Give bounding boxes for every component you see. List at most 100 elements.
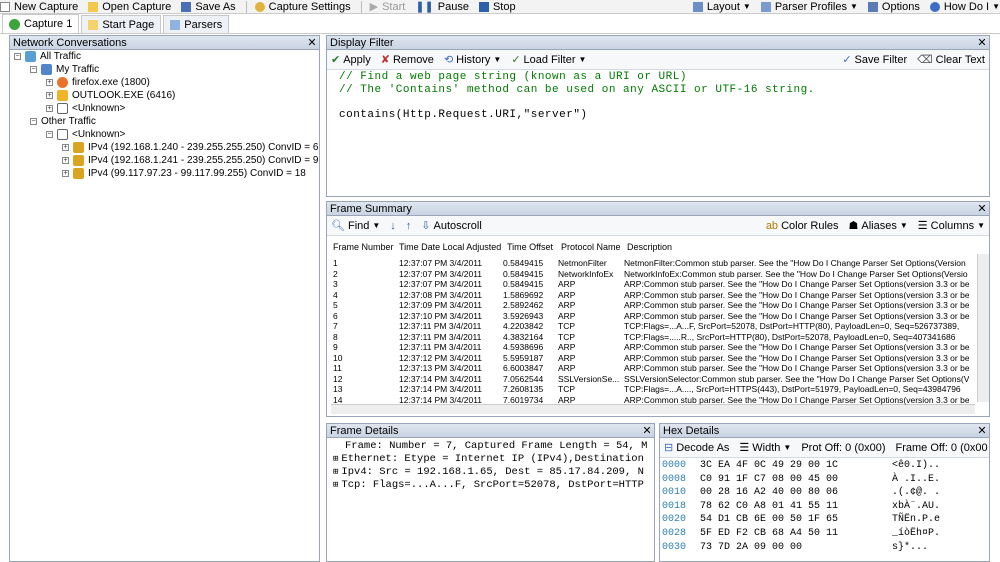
tree-node-other-traffic[interactable]: − Other Traffic <box>30 116 96 127</box>
table-row[interactable]: 10 12:37:12 PM 3/4/2011 5.5959187 ARP ARP:Co… <box>327 353 975 363</box>
save-as-button[interactable]: Save As <box>181 1 236 13</box>
table-row[interactable]: 11 12:37:13 PM 3/4/2011 6.6003847 ARP ARP:Co… <box>327 363 975 373</box>
clear-text-button[interactable]: ⌫ Clear Text <box>917 53 985 67</box>
time-date-cell: 12:37:12 PM 3/4/2011 <box>399 352 483 363</box>
filter-editor[interactable]: // Find a web page string (known as a UR… <box>327 70 989 196</box>
width-menu[interactable]: ☰ Width ▼ <box>739 441 792 455</box>
table-row[interactable]: 2 12:37:07 PM 3/4/2011 0.5849415 NetworkInf… <box>327 269 975 279</box>
expand-icon[interactable]: + <box>46 105 53 112</box>
previous-frame-button[interactable]: ↑ <box>406 220 412 232</box>
expand-icon[interactable]: ⊞ <box>333 454 338 464</box>
color-rules-button[interactable]: ab Color Rules <box>766 220 839 232</box>
dropdown-arrow-icon: ▼ <box>783 443 792 452</box>
horizontal-scrollbar[interactable] <box>331 404 975 414</box>
tab-parsers[interactable]: Parsers <box>163 15 230 33</box>
detail-tcp-line[interactable]: ⊞ Tcp: Flags=...A...F, SrcPort=52078, Dst… <box>333 479 644 491</box>
close-icon[interactable]: ✕ <box>640 425 654 437</box>
expand-icon[interactable]: ⊞ <box>333 480 338 490</box>
history-menu[interactable]: ⟲ History ▼ <box>444 53 501 67</box>
column-header-protocol-name[interactable]: Protocol Name <box>561 242 621 252</box>
firefox-icon <box>57 77 68 88</box>
table-row[interactable]: 4 12:37:08 PM 3/4/2011 1.5869692 ARP ARP:Com… <box>327 290 975 300</box>
tree-node-outlook[interactable]: + OUTLOOK.EXE (6416) <box>46 90 175 101</box>
collapse-icon[interactable]: − <box>30 118 37 125</box>
table-row[interactable]: 9 12:37:11 PM 3/4/2011 4.5938696 ARP ARP:Com… <box>327 342 975 352</box>
table-row[interactable]: 8 12:37:11 PM 3/4/2011 4.3832164 TCP TCP:Fla… <box>327 332 975 342</box>
tree-node-unknown-other[interactable]: − <Unknown> <box>46 129 125 140</box>
expand-icon[interactable]: + <box>62 144 69 151</box>
close-icon[interactable]: ✕ <box>305 37 319 49</box>
aliases-menu[interactable]: ☗ Aliases ▼ <box>849 219 908 233</box>
next-frame-button[interactable]: ↓ <box>390 220 396 232</box>
tree-node-all-traffic[interactable]: − All Traffic <box>14 51 81 62</box>
decode-as-button[interactable]: ⊟ Decode As <box>664 441 729 455</box>
description-cell: ARP:Common stub parser. See the "How Do … <box>624 352 969 363</box>
capture-settings-button[interactable]: Capture Settings <box>254 1 351 13</box>
expand-icon[interactable]: + <box>46 92 53 99</box>
open-capture-button[interactable]: Open Capture <box>88 1 171 13</box>
tree-node-unknown[interactable]: + <Unknown> <box>46 103 125 114</box>
detail-ethernet-line[interactable]: ⊞ Ethernet: Etype = Internet IP (IPv4),De… <box>333 453 644 465</box>
tree-node-firefox[interactable]: + firefox.exe (1800) <box>46 77 150 88</box>
expand-icon[interactable]: + <box>46 79 53 86</box>
column-header-description[interactable]: Description <box>627 242 672 252</box>
collapse-icon[interactable]: − <box>30 66 37 73</box>
collapse-icon[interactable]: − <box>46 131 53 138</box>
how-do-i-menu[interactable]: How Do I ▼ <box>929 1 1000 13</box>
save-filter-button[interactable]: ✓ Save Filter <box>842 53 907 67</box>
load-filter-menu[interactable]: ✓ Load Filter ▼ <box>511 53 586 67</box>
expand-icon[interactable]: + <box>62 157 69 164</box>
find-menu[interactable]: 🔍︎ Find ▼ <box>331 219 380 233</box>
table-row[interactable]: 3 12:37:07 PM 3/4/2011 0.5849415 ARP ARP:Com… <box>327 279 975 289</box>
frame-number-cell: 2 <box>333 268 338 279</box>
close-icon[interactable]: ✕ <box>975 425 989 437</box>
remove-filter-button[interactable]: ✘ Remove <box>381 53 434 67</box>
tree-node-conversation[interactable]: + IPv4 (99.117.97.23 - 99.117.99.255) Con… <box>62 168 306 179</box>
close-icon[interactable]: ✕ <box>975 37 989 49</box>
apply-filter-button[interactable]: ✔ Apply <box>331 53 371 67</box>
hex-line[interactable]: 0028 5F ED F2 CB 68 A4 50 11 _íòËh¤P. <box>662 528 940 539</box>
vertical-scrollbar[interactable] <box>977 254 989 402</box>
detail-frame-line[interactable]: Frame: Number = 7, Captured Frame Length… <box>345 440 647 452</box>
start-button[interactable]: ▶ Start <box>370 0 406 14</box>
layout-menu[interactable]: Layout ▼ <box>692 1 751 13</box>
hex-line[interactable]: 0018 78 62 C0 A8 01 41 55 11 xbÀ¨.AU. <box>662 501 940 512</box>
close-icon[interactable]: ✕ <box>975 203 989 215</box>
expand-icon[interactable]: ⊞ <box>333 467 338 477</box>
table-row[interactable]: 5 12:37:09 PM 3/4/2011 2.5892462 ARP ARP:Com… <box>327 300 975 310</box>
tab-start-page[interactable]: Start Page <box>81 15 162 33</box>
parser-profiles-menu[interactable]: Parser Profiles ▼ <box>760 1 858 13</box>
stop-button[interactable]: Stop <box>478 1 516 13</box>
autoscroll-button[interactable]: ⇩ Autoscroll <box>421 219 482 233</box>
new-capture-button[interactable]: New Capture <box>0 1 78 13</box>
table-row[interactable]: 12 12:37:14 PM 3/4/2011 7.0562544 SSLVersio… <box>327 374 975 384</box>
table-row[interactable]: 6 12:37:10 PM 3/4/2011 3.5926943 ARP ARP:Com… <box>327 311 975 321</box>
hex-line[interactable]: 0020 54 D1 CB 6E 00 50 1F 65 TÑËn.P.e <box>662 514 940 525</box>
hex-toolbar: ⊟ Decode As ☰ Width ▼ Prot Off: 0 (0x00) Fr… <box>660 438 989 458</box>
hex-line[interactable]: 0008 C0 91 1F C7 08 00 45 00 À .I..E. <box>662 474 940 485</box>
detail-ipv4-line[interactable]: ⊞ Ipv4: Src = 192.168.1.65, Dest = 85.17.… <box>333 466 644 478</box>
display-filter-pane: Display Filter ✕ ✔ Apply ✘ Remove ⟲ History… <box>326 35 990 197</box>
tab-capture-1[interactable]: Capture 1 <box>2 14 80 33</box>
table-row[interactable]: 7 12:37:11 PM 3/4/2011 4.2203842 TCP TCP:Fla… <box>327 321 975 331</box>
hex-dump[interactable]: 0000 3C EA 4F 0C 49 29 00 1C <ê0.I).. 0008 C… <box>660 458 989 561</box>
column-header-time-date[interactable]: Time Date Local Adjusted <box>399 242 501 252</box>
column-header-frame-number[interactable]: Frame Number <box>333 242 394 252</box>
columns-menu[interactable]: ☰ Columns ▼ <box>918 219 985 233</box>
hex-line[interactable]: 0000 3C EA 4F 0C 49 29 00 1C <ê0.I).. <box>662 460 940 471</box>
tree-node-my-traffic[interactable]: − My Traffic <box>30 64 99 75</box>
column-header-time-offset[interactable]: Time Offset <box>507 242 553 252</box>
options-button[interactable]: Options <box>867 1 920 13</box>
hex-ascii: .(.¢@. . <box>892 487 941 499</box>
hex-line[interactable]: 0010 00 28 16 A2 40 00 80 06 .(.¢@. . <box>662 487 940 498</box>
collapse-icon[interactable]: − <box>14 53 21 60</box>
tree-node-conversation[interactable]: + IPv4 (192.168.1.241 - 239.255.255.250) … <box>62 155 318 166</box>
pause-button[interactable]: ❚❚ Pause <box>415 0 469 14</box>
expand-icon[interactable]: + <box>62 170 69 177</box>
table-row[interactable]: 1 12:37:07 PM 3/4/2011 0.5849415 NetmonFilt… <box>327 258 975 268</box>
time-offset-cell: 4.2203842 <box>503 321 544 331</box>
hex-line[interactable]: 0030 73 7D 2A 09 00 00 s}*... <box>662 542 928 553</box>
table-row[interactable]: 14 12:37:14 PM 3/4/2011 7.6019734 ARP ARP:Co… <box>327 395 975 405</box>
table-row[interactable]: 13 12:37:14 PM 3/4/2011 7.2608135 TCP TCP:Fl… <box>327 384 975 394</box>
tree-node-conversation[interactable]: + IPv4 (192.168.1.240 - 239.255.255.250) … <box>62 142 318 153</box>
